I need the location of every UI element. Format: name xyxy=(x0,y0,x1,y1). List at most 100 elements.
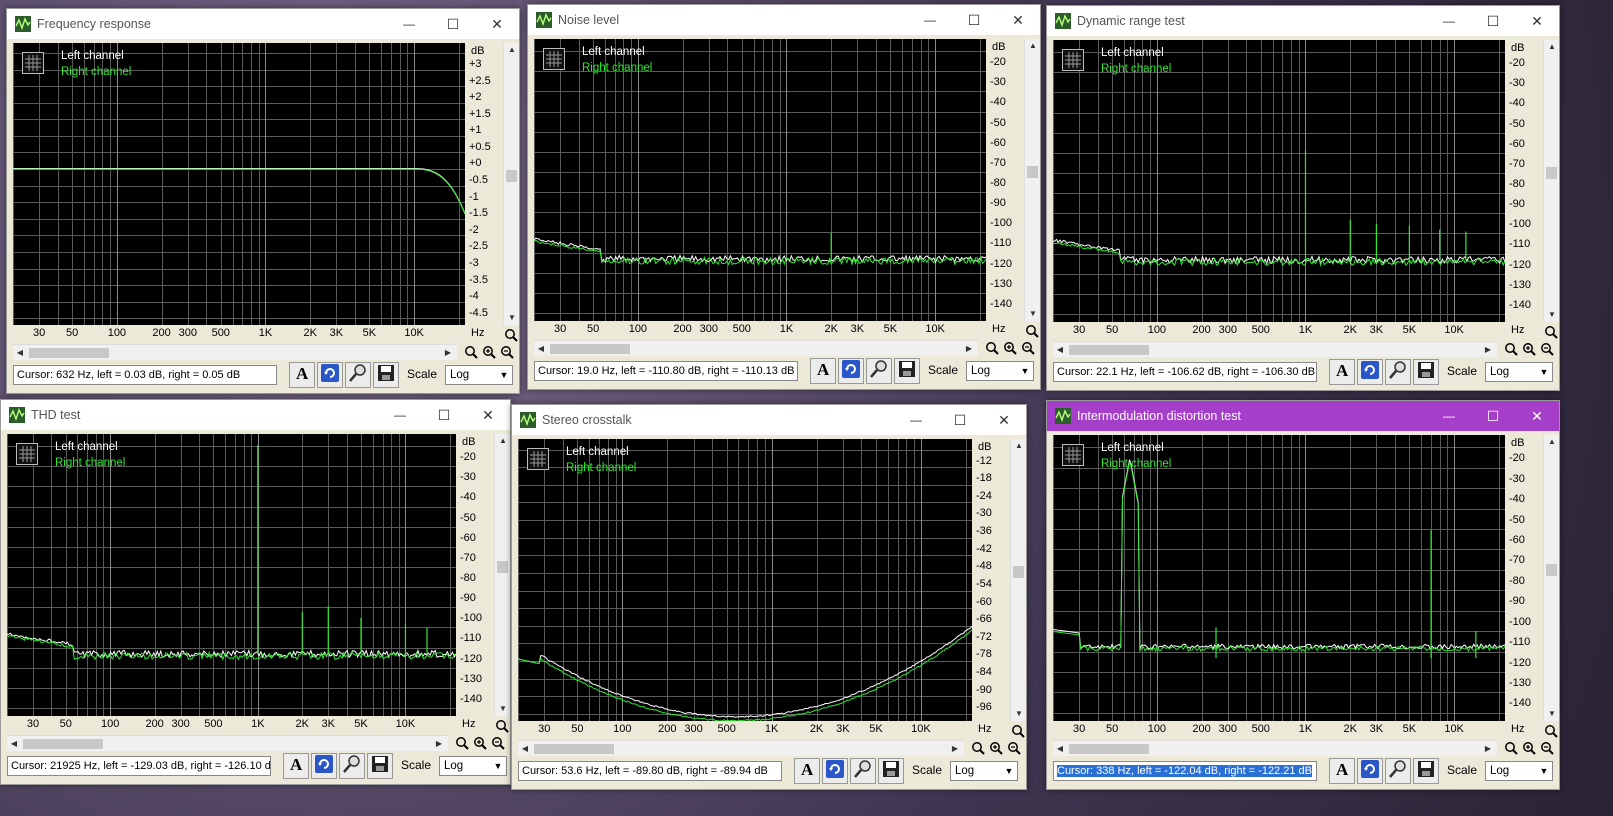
window-dyn[interactable]: Dynamic range test — ☐ ✕ Left channel Right c… xyxy=(1046,5,1560,391)
title-bar[interactable]: Intermodulation distortion test — ☐ ✕ xyxy=(1047,401,1559,431)
title-bar[interactable]: Noise level — ☐ ✕ xyxy=(528,5,1040,35)
zoom-out-icon[interactable] xyxy=(1006,740,1022,756)
legend-graph-icon[interactable] xyxy=(1062,49,1084,71)
zoom-vertical-icon[interactable] xyxy=(1010,723,1026,739)
zoom-out-icon[interactable] xyxy=(490,735,506,751)
zoom-vertical-icon[interactable] xyxy=(1543,723,1559,739)
scroll-right-arrow[interactable]: ▶ xyxy=(948,741,962,757)
scroll-up-arrow[interactable]: ▲ xyxy=(1011,439,1027,453)
scroll-right-arrow[interactable]: ▶ xyxy=(441,345,455,361)
zoom-in-icon[interactable] xyxy=(472,735,488,751)
minimize-button[interactable]: — xyxy=(894,405,938,435)
scroll-up-arrow[interactable]: ▲ xyxy=(504,43,520,57)
vertical-scrollbar[interactable]: ▲ ▼ xyxy=(494,434,510,716)
chevron-down-icon[interactable]: ▼ xyxy=(1017,362,1033,380)
spectrum-plot[interactable] xyxy=(7,434,456,716)
legend-graph-icon[interactable] xyxy=(527,448,549,470)
zoom-out-icon[interactable] xyxy=(499,344,515,360)
scroll-right-arrow[interactable]: ▶ xyxy=(1481,342,1495,358)
minimize-button[interactable]: — xyxy=(1427,6,1471,36)
refresh-button[interactable] xyxy=(838,358,864,384)
save-button[interactable] xyxy=(367,753,393,779)
zoom-vertical-icon[interactable] xyxy=(1024,323,1040,339)
legend-graph-icon[interactable] xyxy=(543,48,565,70)
minimize-button[interactable]: — xyxy=(387,9,431,39)
scroll-up-arrow[interactable]: ▲ xyxy=(1544,40,1560,54)
zoom-fit-icon[interactable] xyxy=(1503,341,1519,357)
chevron-down-icon[interactable]: ▼ xyxy=(1536,363,1552,381)
window-noise[interactable]: Noise level — ☐ ✕ Left channel Right channel d… xyxy=(527,4,1041,390)
spectrum-plot[interactable] xyxy=(1053,435,1505,721)
legend-graph-icon[interactable] xyxy=(16,443,38,465)
refresh-button[interactable] xyxy=(822,758,848,784)
zoom-in-icon[interactable] xyxy=(1521,740,1537,756)
zoom-in-icon[interactable] xyxy=(1002,340,1018,356)
scale-select[interactable]: Log ▼ xyxy=(966,361,1034,381)
scroll-thumb[interactable] xyxy=(1069,345,1149,355)
zoom-in-icon[interactable] xyxy=(481,344,497,360)
save-button[interactable] xyxy=(373,362,399,388)
title-bar[interactable]: Stereo crosstalk — ☐ ✕ xyxy=(512,405,1026,435)
font-button[interactable]: A xyxy=(1329,758,1355,784)
scroll-thumb[interactable] xyxy=(1027,165,1038,178)
vertical-scrollbar[interactable]: ▲ ▼ xyxy=(1543,435,1559,721)
font-button[interactable]: A xyxy=(283,753,309,779)
zoom-fit-icon[interactable] xyxy=(984,340,1000,356)
scroll-down-arrow[interactable]: ▼ xyxy=(1544,308,1560,322)
title-bar[interactable]: Dynamic range test — ☐ ✕ xyxy=(1047,6,1559,36)
zoom-fit-icon[interactable] xyxy=(454,735,470,751)
horizontal-scrollbar[interactable]: ◀ ▶ xyxy=(13,344,457,360)
scroll-thumb[interactable] xyxy=(550,344,630,354)
chevron-down-icon[interactable]: ▼ xyxy=(1536,762,1552,780)
refresh-button[interactable] xyxy=(311,753,337,779)
legend-graph-icon[interactable] xyxy=(1062,444,1084,466)
scale-select[interactable]: Log ▼ xyxy=(950,761,1018,781)
zoom-fit-icon[interactable] xyxy=(970,740,986,756)
scroll-thumb[interactable] xyxy=(23,739,103,749)
chevron-down-icon[interactable]: ▼ xyxy=(490,757,506,775)
spectrum-plot[interactable] xyxy=(13,43,465,325)
scroll-right-arrow[interactable]: ▶ xyxy=(962,341,976,357)
magnifier-button[interactable] xyxy=(339,753,365,779)
scroll-left-arrow[interactable]: ◀ xyxy=(518,741,532,757)
scroll-left-arrow[interactable]: ◀ xyxy=(1053,342,1067,358)
title-bar[interactable]: THD test — ☐ ✕ xyxy=(1,400,510,430)
vertical-scrollbar[interactable]: ▲ ▼ xyxy=(1024,39,1040,321)
refresh-button[interactable] xyxy=(1357,359,1383,385)
scroll-up-arrow[interactable]: ▲ xyxy=(1544,435,1560,449)
save-button[interactable] xyxy=(1413,758,1439,784)
magnifier-button[interactable] xyxy=(850,758,876,784)
legend-graph-icon[interactable] xyxy=(22,52,44,74)
font-button[interactable]: A xyxy=(1329,359,1355,385)
zoom-out-icon[interactable] xyxy=(1539,740,1555,756)
scroll-down-arrow[interactable]: ▼ xyxy=(1544,707,1560,721)
scroll-up-arrow[interactable]: ▲ xyxy=(495,434,511,448)
scroll-down-arrow[interactable]: ▼ xyxy=(495,702,511,716)
scroll-thumb[interactable] xyxy=(29,348,109,358)
chevron-down-icon[interactable]: ▼ xyxy=(496,366,512,384)
scroll-thumb[interactable] xyxy=(1546,563,1557,576)
spectrum-plot[interactable] xyxy=(1053,40,1505,322)
spectrum-plot[interactable] xyxy=(518,439,972,721)
scroll-thumb[interactable] xyxy=(1069,744,1149,754)
scroll-right-arrow[interactable]: ▶ xyxy=(1481,741,1495,757)
save-button[interactable] xyxy=(1413,359,1439,385)
title-bar[interactable]: Frequency response — ☐ ✕ xyxy=(7,9,519,39)
save-button[interactable] xyxy=(878,758,904,784)
font-button[interactable]: A xyxy=(794,758,820,784)
scroll-down-arrow[interactable]: ▼ xyxy=(1025,307,1041,321)
minimize-button[interactable]: — xyxy=(1427,401,1471,431)
horizontal-scrollbar[interactable]: ◀ ▶ xyxy=(1053,341,1497,357)
spectrum-plot[interactable] xyxy=(534,39,986,321)
scroll-thumb[interactable] xyxy=(497,560,508,573)
scroll-thumb[interactable] xyxy=(1546,166,1557,179)
horizontal-scrollbar[interactable]: ◀ ▶ xyxy=(518,740,964,756)
refresh-button[interactable] xyxy=(317,362,343,388)
magnifier-button[interactable] xyxy=(1385,359,1411,385)
zoom-in-icon[interactable] xyxy=(1521,341,1537,357)
window-thd[interactable]: THD test — ☐ ✕ Left channel Right channel dB -2… xyxy=(0,399,511,785)
zoom-in-icon[interactable] xyxy=(988,740,1004,756)
zoom-fit-icon[interactable] xyxy=(463,344,479,360)
scale-select[interactable]: Log ▼ xyxy=(445,365,513,385)
magnifier-button[interactable] xyxy=(1385,758,1411,784)
